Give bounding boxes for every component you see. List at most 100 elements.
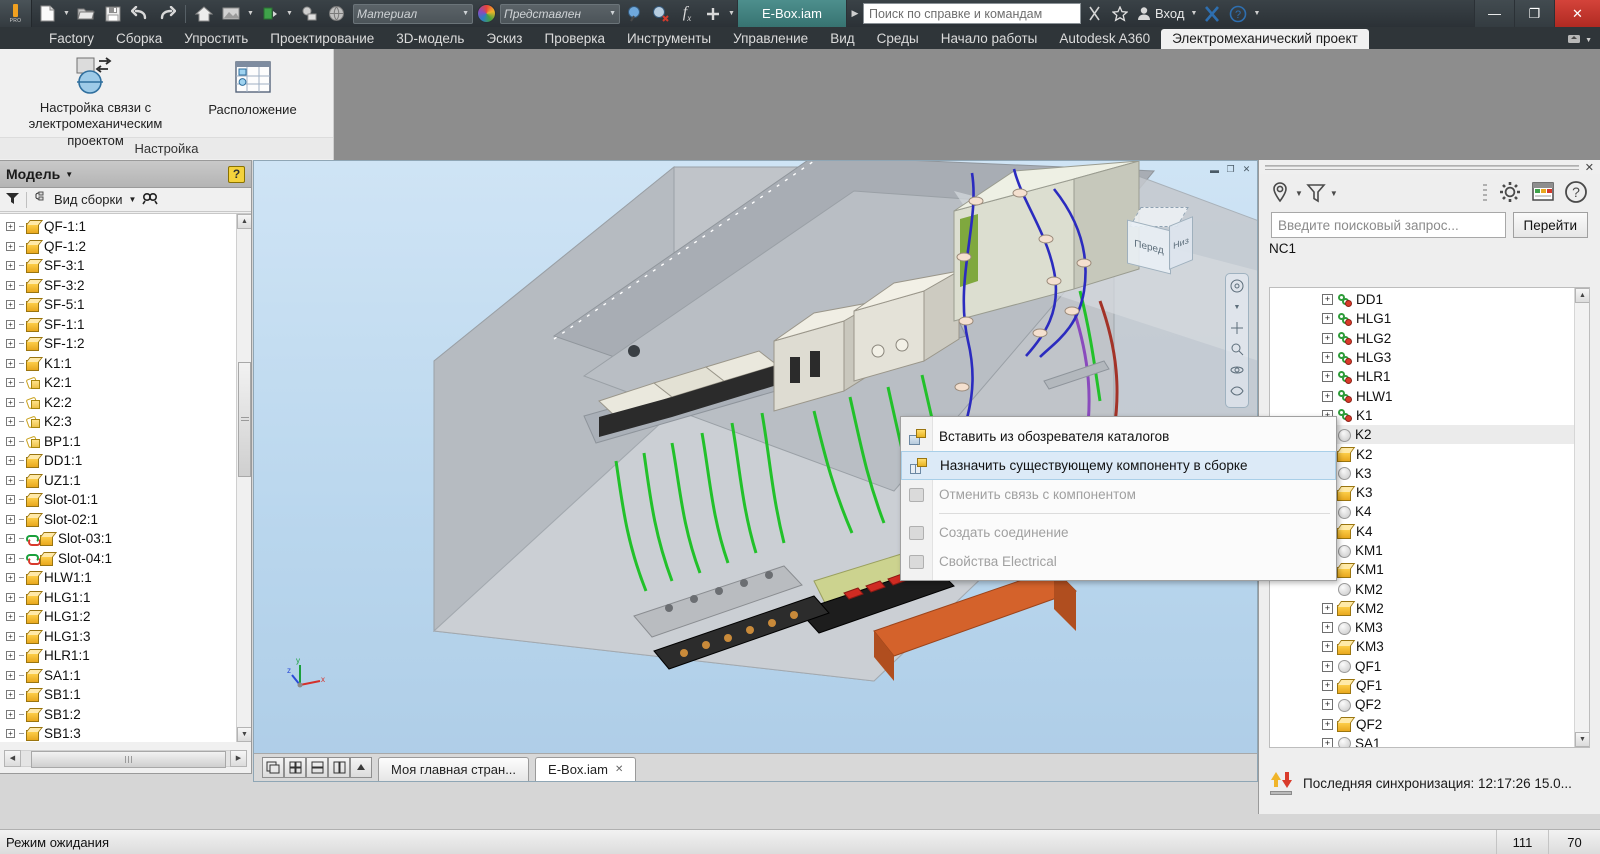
expand-icon[interactable]: + [1322, 352, 1333, 364]
panel-tree-row[interactable]: K3 [1322, 464, 1589, 483]
panel-scroll-down-icon[interactable]: ▼ [1575, 732, 1589, 747]
scroll-down-icon[interactable]: ▼ [237, 727, 251, 742]
model-tree-row[interactable]: + HLG1:1 [6, 588, 251, 608]
expand-icon[interactable]: + [6, 339, 15, 349]
model-browser-help-icon[interactable]: ? [228, 165, 245, 183]
panel-tree-row[interactable]: K4 [1322, 502, 1589, 521]
expand-icon[interactable]: + [6, 534, 15, 544]
appearance-icon[interactable] [218, 2, 244, 25]
expand-icon[interactable]: + [6, 358, 15, 368]
expand-icon[interactable]: + [6, 612, 15, 622]
expand-icon[interactable]: + [1322, 737, 1333, 747]
panel-tree-row[interactable]: K4 [1322, 522, 1589, 541]
model-tree-row[interactable]: + SF-3:2 [6, 276, 251, 296]
model-tree-row[interactable]: + Slot-04:1 [6, 549, 251, 569]
four-view-icon[interactable] [284, 757, 306, 778]
panel-tree-scrollbar[interactable]: ▲ ▼ [1574, 288, 1589, 747]
model-tree-row[interactable]: + K2:1 [6, 373, 251, 393]
context-menu-item[interactable]: Вставить из обозревателя каталогов [901, 422, 1336, 451]
tab-manage[interactable]: Управление [722, 29, 819, 49]
panel-scroll-up-icon[interactable]: ▲ [1575, 288, 1589, 303]
tab-get-started[interactable]: Начало работы [930, 29, 1049, 49]
panel-tree-row[interactable]: + SA1 [1322, 734, 1589, 747]
tab-inspect[interactable]: Проверка [533, 29, 615, 49]
expand-icon[interactable]: + [6, 222, 15, 232]
model-tree-row[interactable]: + DD1:1 [6, 451, 251, 471]
hscroll-track[interactable] [21, 749, 230, 768]
ribbon-options-dropdown-icon[interactable]: ▼ [1585, 37, 1592, 44]
tab-environments[interactable]: Среды [866, 29, 930, 49]
qat-overflow-icon[interactable]: ▼ [726, 2, 737, 25]
viewport-minimize-icon[interactable]: ▬ [1208, 163, 1221, 176]
viewport-restore-icon[interactable]: ❐ [1224, 163, 1237, 176]
tab-assembly[interactable]: Сборка [105, 29, 173, 49]
model-tree-row[interactable]: + QF-1:2 [6, 237, 251, 257]
model-tree-row[interactable]: + K2:3 [6, 412, 251, 432]
panel-tree-row[interactable]: + QF1 [1322, 657, 1589, 676]
model-tree-row[interactable]: + UZ1:1 [6, 471, 251, 491]
panel-tree-row[interactable]: + HLW1 [1322, 386, 1589, 405]
appearance-dropdown-icon[interactable]: ▼ [245, 2, 256, 25]
model-tree-row[interactable]: + HLG1:3 [6, 627, 251, 647]
filter-icon[interactable] [5, 191, 20, 208]
model-tree-row[interactable]: + SF-3:1 [6, 256, 251, 276]
expand-icon[interactable]: + [6, 553, 15, 563]
expand-icon[interactable]: + [6, 709, 15, 719]
close-button[interactable]: ✕ [1554, 0, 1600, 27]
minimize-button[interactable]: — [1474, 0, 1514, 27]
expand-icon[interactable]: + [1322, 390, 1333, 402]
model-tree-row[interactable]: + SF-1:1 [6, 315, 251, 335]
tab-ebox-iam[interactable]: E-Box.iam ✕ [535, 757, 637, 781]
inventor-logo[interactable]: PRO [0, 0, 32, 27]
help-search-input[interactable]: Поиск по справке и командам [863, 3, 1081, 24]
steering-wheel-dropdown-icon[interactable]: ▼ [1229, 299, 1245, 315]
hscroll-thumb[interactable] [31, 750, 226, 768]
single-view-icon[interactable] [262, 757, 284, 778]
tab-scroll-up-icon[interactable] [350, 757, 372, 778]
appearance-combo[interactable]: Представлен ▼ [500, 3, 620, 24]
model-tree-row[interactable]: + Slot-01:1 [6, 490, 251, 510]
expand-icon[interactable]: + [6, 241, 15, 251]
share-icon[interactable] [1081, 2, 1107, 25]
new-file-dropdown-icon[interactable]: ▼ [61, 2, 72, 25]
link-setup-button[interactable]: Настройка связи с электромеханическим пр… [21, 53, 171, 148]
expand-icon[interactable]: + [6, 397, 15, 407]
open-file-icon[interactable] [73, 2, 99, 25]
panel-tree-row[interactable]: + HLR1 [1322, 367, 1589, 386]
expand-icon[interactable]: + [1322, 680, 1333, 692]
model-tree-row[interactable]: + K2:2 [6, 393, 251, 413]
expand-icon[interactable]: + [1322, 294, 1333, 306]
document-tab[interactable]: E-Box.iam [737, 0, 847, 27]
scrollbar-thumb[interactable] [238, 362, 251, 477]
save-file-icon[interactable] [100, 2, 126, 25]
scroll-up-icon[interactable]: ▲ [237, 214, 251, 229]
expand-icon[interactable]: + [1322, 313, 1333, 325]
expand-icon[interactable]: + [6, 261, 15, 271]
panel-tree-row[interactable]: +K2 [1322, 425, 1589, 445]
expand-icon[interactable]: + [6, 651, 15, 661]
panel-tree-row[interactable]: KM1 [1322, 541, 1589, 560]
model-tree-row[interactable]: + SF-1:2 [6, 334, 251, 354]
panel-tree-row[interactable]: + KM3 [1322, 618, 1589, 637]
panel-tree-row[interactable]: + KM2 [1322, 599, 1589, 618]
expand-icon[interactable]: + [6, 690, 15, 700]
material-combo[interactable]: Материал ▼ [353, 3, 473, 24]
tab-electromechanical[interactable]: Электромеханический проект [1161, 29, 1369, 49]
model-tree-row[interactable]: + Slot-03:1 [6, 529, 251, 549]
paint-icon[interactable] [257, 2, 283, 25]
assembly-view-dropdown-icon[interactable]: ▼ [129, 195, 137, 204]
model-tree-row[interactable]: + SF-5:1 [6, 295, 251, 315]
model-tree-row[interactable]: + HLR1:1 [6, 646, 251, 666]
model-tree-row[interactable]: + HLG1:2 [6, 607, 251, 627]
tab-sketch[interactable]: Эскиз [475, 29, 533, 49]
new-file-icon[interactable] [34, 2, 60, 25]
tab-design[interactable]: Проектирование [259, 29, 385, 49]
tab-simplify[interactable]: Упростить [173, 29, 259, 49]
assembly-view-label[interactable]: Вид сборки [54, 192, 123, 207]
ribbon-minimize-icon[interactable] [1566, 32, 1582, 49]
panel-tree-row[interactable]: + QF1 [1322, 676, 1589, 695]
autodesk-x-icon[interactable] [1199, 2, 1225, 25]
model-tree-row[interactable]: + K1:1 [6, 354, 251, 374]
parameters-icon[interactable]: fx [674, 2, 700, 25]
home-icon[interactable] [191, 2, 217, 25]
